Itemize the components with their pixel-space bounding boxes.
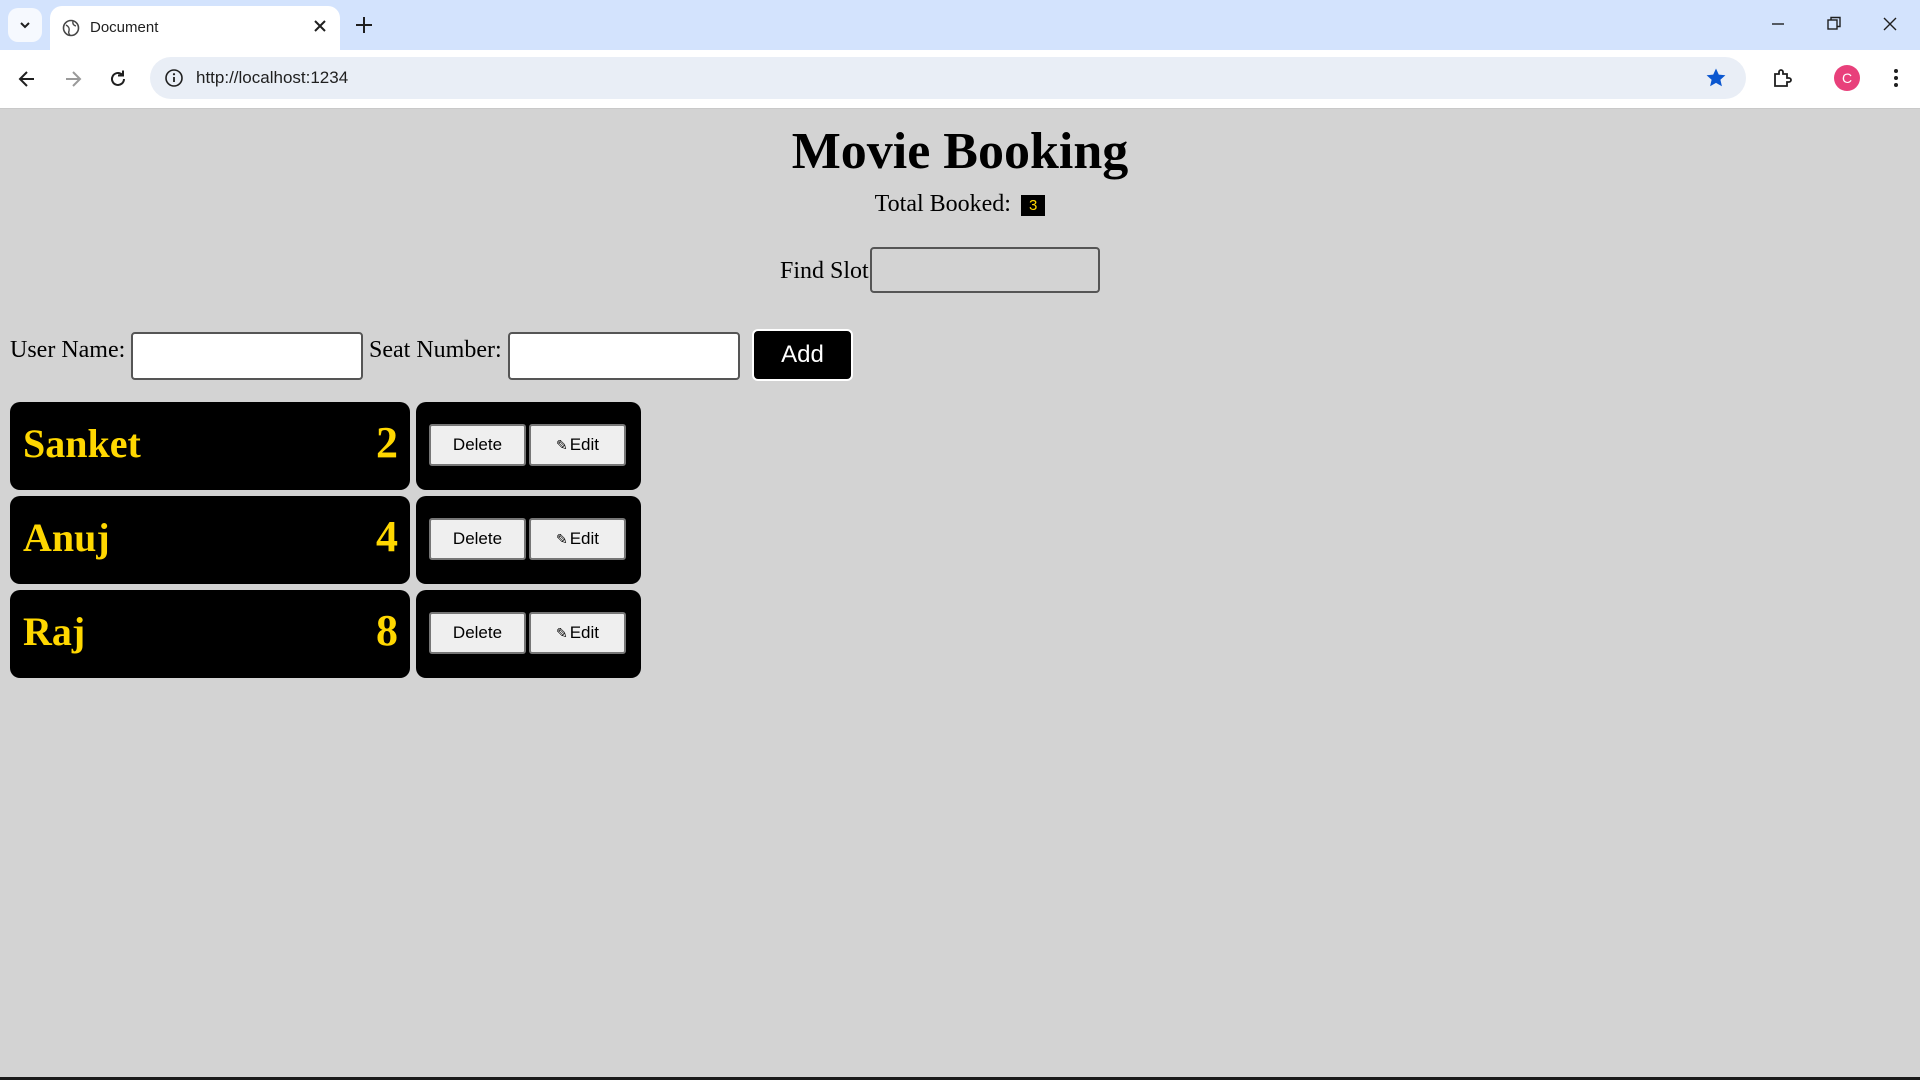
delete-button[interactable]: Delete [429,424,526,466]
globe-icon [62,19,80,37]
booking-row: Raj 8 Delete ✎ Edit [10,590,642,678]
site-info-icon[interactable] [164,68,184,88]
pencil-icon: ✎ [555,624,568,641]
close-icon[interactable] [312,18,328,34]
pencil-icon: ✎ [555,530,568,547]
booking-user-name: Raj [23,609,86,654]
restore-icon[interactable] [1824,14,1844,34]
seat-number-input[interactable] [508,332,740,380]
pencil-icon: ✎ [555,436,568,453]
new-tab-icon[interactable] [352,13,376,37]
browser-toolbar: http://localhost:1234 C [0,50,1920,109]
username-input[interactable] [131,332,363,380]
edit-button[interactable]: ✎ Edit [529,612,626,654]
tab-search-button[interactable] [8,8,42,42]
seat-number-label: Seat Number: [369,337,502,363]
add-button[interactable]: Add [752,329,853,381]
booking-user-name: Sanket [23,421,141,466]
booking-row: Anuj 4 Delete ✎ Edit [10,496,642,584]
total-booked-label: Total Booked: [874,191,1011,217]
window-close-icon[interactable] [1880,14,1900,34]
chevron-down-icon [20,22,30,29]
booking-user-name: Anuj [23,515,110,560]
reload-icon[interactable] [107,68,129,90]
edit-button[interactable]: ✎ Edit [529,518,626,560]
tab-strip: Document [0,0,1920,50]
booking-card: Anuj 4 [10,496,410,584]
edit-button[interactable]: ✎ Edit [529,424,626,466]
find-slot-input[interactable] [870,247,1100,293]
booking-row: Sanket 2 Delete ✎ Edit [10,402,642,490]
username-label: User Name: [10,337,126,363]
url-text: http://localhost:1234 [196,68,349,87]
delete-button[interactable]: Delete [429,612,526,654]
booking-actions: Delete ✎ Edit [416,496,641,584]
edit-button-label: Edit [569,529,600,548]
edit-button-label: Edit [569,435,600,454]
browser-tab[interactable]: Document [50,6,340,50]
extensions-icon[interactable] [1770,66,1794,90]
bookmark-star-icon[interactable] [1704,66,1728,90]
booking-actions: Delete ✎ Edit [416,590,641,678]
page-title: Movie Booking [791,123,1129,180]
more-menu-icon[interactable] [1884,66,1908,90]
total-booked-count: 3 [1020,194,1046,216]
booking-seat-number: 2 [376,418,398,467]
booking-seat-number: 8 [376,606,398,655]
edit-button-label: Edit [569,623,600,642]
back-arrow-icon[interactable] [16,68,38,90]
booking-card: Sanket 2 [10,402,410,490]
forward-arrow-icon[interactable] [62,68,84,90]
total-booked: Total Booked: 3 [0,191,1920,218]
booking-card: Raj 8 [10,590,410,678]
find-slot-label: Find Slot: [780,258,876,284]
delete-button[interactable]: Delete [429,518,526,560]
address-bar[interactable]: http://localhost:1234 [150,57,1746,99]
booking-actions: Delete ✎ Edit [416,402,641,490]
tab-title: Document [90,19,159,36]
booking-seat-number: 4 [376,512,398,561]
profile-avatar[interactable]: C [1834,65,1860,91]
minimize-icon[interactable] [1768,14,1788,34]
page-content: Movie Booking Total Booked: 3 Find Slot:… [0,109,1920,1077]
